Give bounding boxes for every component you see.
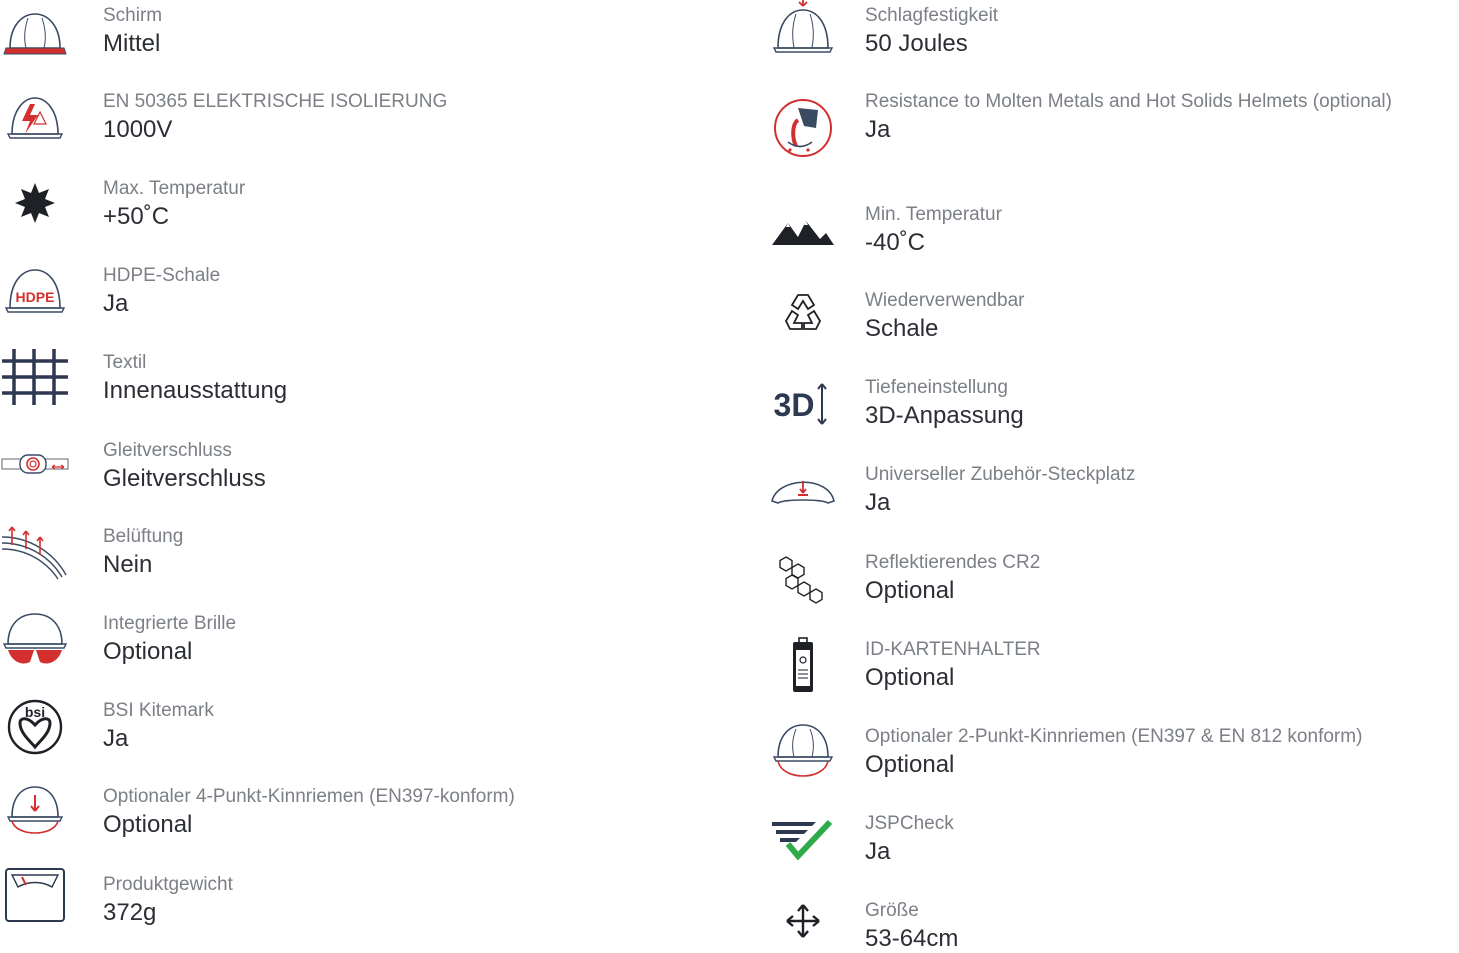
spec-value: Ja (103, 725, 129, 752)
spec-value: Schale (865, 315, 939, 342)
spec-value: Ja (865, 489, 891, 516)
spec-value: -40˚C (865, 229, 926, 256)
recycle-icon (768, 287, 838, 347)
spec-label: Gleitverschluss (103, 440, 232, 461)
spec-label: ID-KARTENHALTER (865, 639, 1041, 660)
spec-label: EN 50365 ELEKTRISCHE ISOLIERUNG (103, 91, 448, 112)
3d-adjust-icon: 3D (768, 374, 838, 434)
spec-label: HDPE-Schale (103, 265, 221, 286)
spec-label: Größe (865, 900, 919, 921)
spec-value: 50 Joules (865, 30, 968, 57)
jspcheck-icon (768, 810, 838, 870)
helmet-hdpe-icon: HDPE (0, 262, 70, 322)
spec-label: BSI Kitemark (103, 700, 214, 721)
bsi-kitemark-icon: bsi (0, 695, 70, 755)
helmet-electrical-icon (0, 88, 70, 148)
spec-label: Max. Temperatur (103, 178, 246, 199)
spec-label: Belüftung (103, 526, 184, 547)
spec-value: Mittel (103, 30, 161, 57)
spec-label: Resistance to Molten Metals and Hot Soli… (865, 91, 1392, 112)
spec-label: Min. Temperatur (865, 204, 1002, 225)
sun-icon (0, 175, 70, 235)
spec-label: Universeller Zubehör-Steckplatz (865, 464, 1136, 485)
ventilation-icon (0, 523, 70, 583)
spec-label: Schlagfestigkeit (865, 5, 999, 26)
slider-fingerprint-icon (0, 437, 70, 497)
helmet-chinstrap-4pt-icon (0, 783, 70, 843)
spec-label: Wiederverwendbar (865, 290, 1025, 311)
spec-value: Optional (865, 664, 955, 691)
helmet-goggles-icon (0, 610, 70, 670)
textile-icon (0, 347, 70, 407)
spec-value: 53-64cm (865, 925, 959, 952)
spec-label: JSPCheck (865, 813, 954, 834)
spec-value: 372g (103, 899, 157, 926)
spec-value: Innenausstattung (103, 377, 288, 404)
spec-label: Optionaler 4-Punkt-Kinnriemen (EN397-kon… (103, 786, 515, 807)
mountains-icon (768, 205, 838, 265)
molten-metal-icon (768, 98, 838, 158)
spec-value: +50˚C (103, 203, 170, 230)
spec-value: Nein (103, 551, 153, 578)
spec-label: Integrierte Brille (103, 613, 237, 634)
bsi-badge: bsi (25, 704, 45, 720)
helmet-chinstrap-2pt-icon (768, 723, 838, 783)
spec-value: Ja (865, 838, 891, 865)
3d-badge: 3D (774, 387, 815, 423)
spec-value: Gleitverschluss (103, 465, 266, 492)
spec-value: 3D-Anpassung (865, 402, 1024, 429)
spec-label: Schirm (103, 5, 163, 26)
spec-label: Reflektierendes CR2 (865, 552, 1041, 573)
helmet-impact-icon (768, 0, 838, 56)
helmet-accessory-slot-icon (768, 461, 838, 521)
scale-icon (0, 867, 70, 927)
spec-label: Optionaler 2-Punkt-Kinnriemen (EN397 & E… (865, 726, 1363, 747)
id-card-holder-icon (768, 636, 838, 696)
spec-label: Textil (103, 352, 147, 373)
spec-value: Optional (103, 638, 193, 665)
spec-value: Optional (865, 577, 955, 604)
spec-value: Optional (103, 811, 193, 838)
helmet-brim-icon (0, 6, 70, 66)
spec-label: Produktgewicht (103, 874, 233, 895)
spec-value: 1000V (103, 116, 173, 143)
spec-value: Ja (103, 290, 129, 317)
hdpe-badge: HDPE (16, 289, 55, 305)
spec-label: Tiefeneinstellung (865, 377, 1008, 398)
hexagons-icon (768, 551, 838, 611)
spec-value: Optional (865, 751, 955, 778)
spec-value: Ja (865, 116, 891, 143)
size-arrows-icon (768, 891, 838, 951)
